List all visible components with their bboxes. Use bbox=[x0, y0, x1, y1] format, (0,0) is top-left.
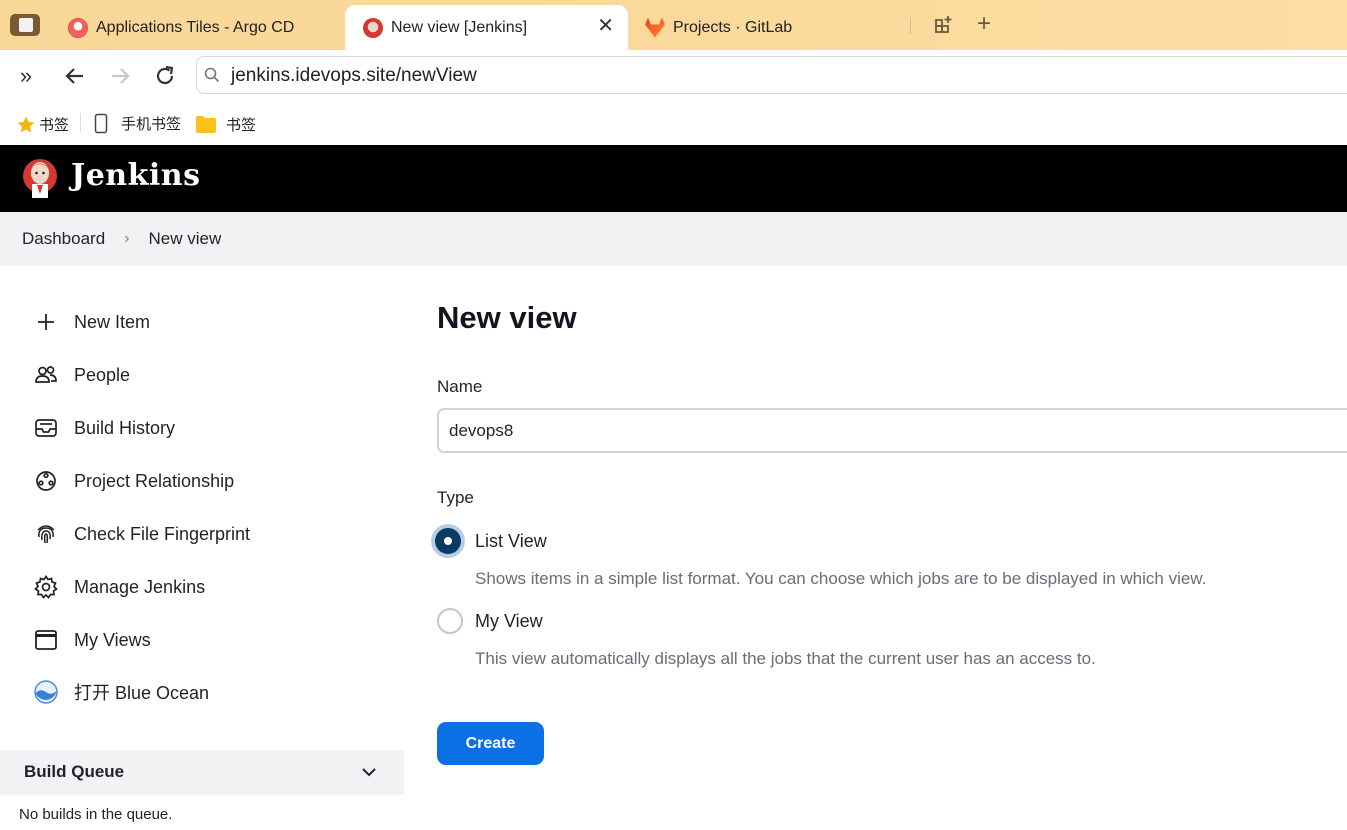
url-text: jenkins.idevops.site/newView bbox=[231, 65, 477, 86]
bookmark-label: 书签 bbox=[226, 117, 257, 134]
sidebar-item-manage-jenkins[interactable]: Manage Jenkins bbox=[32, 567, 205, 607]
sidebar-item-project-relationship[interactable]: Project Relationship bbox=[32, 461, 234, 501]
phone-icon bbox=[94, 113, 108, 134]
close-icon[interactable]: ✕ bbox=[597, 15, 614, 37]
sidebar-item-label: 打开 Blue Ocean bbox=[74, 683, 210, 703]
my-view-description: This view automatically displays all the… bbox=[475, 649, 1096, 668]
browser-menu-icon[interactable] bbox=[10, 14, 40, 36]
plus-icon bbox=[32, 308, 60, 336]
sidebar-item-label: Build History bbox=[74, 417, 176, 438]
sidebar-item-label: Manage Jenkins bbox=[74, 576, 206, 597]
blue-ocean-icon bbox=[32, 678, 60, 706]
reload-icon[interactable] bbox=[153, 64, 177, 88]
chevron-right-icon: › bbox=[124, 230, 130, 247]
gitlab-icon bbox=[645, 17, 665, 38]
tab-divider bbox=[910, 17, 911, 34]
name-label: Name bbox=[437, 377, 483, 396]
bookmark-item[interactable]: 手机书签 bbox=[94, 113, 181, 134]
bookmark-item[interactable]: 书签 bbox=[196, 114, 256, 135]
forward-icon[interactable] bbox=[108, 64, 132, 88]
bookmark-divider bbox=[80, 113, 81, 133]
create-button[interactable]: Create bbox=[437, 722, 544, 765]
my-view-label[interactable]: My View bbox=[475, 611, 543, 632]
tab-title: Applications Tiles - Argo CD bbox=[96, 18, 295, 36]
inbox-icon bbox=[32, 414, 60, 442]
sidebar-item-blue-ocean[interactable]: 打开 Blue Ocean bbox=[32, 672, 209, 712]
list-view-radio[interactable] bbox=[435, 528, 461, 554]
sidebar-item-label: Project Relationship bbox=[74, 470, 235, 491]
tab-title: New view [Jenkins] bbox=[391, 18, 528, 36]
address-bar[interactable]: jenkins.idevops.site/newView bbox=[196, 56, 1347, 94]
build-queue-header[interactable]: Build Queue bbox=[0, 750, 404, 795]
sidebar-item-people[interactable]: People bbox=[32, 355, 130, 395]
gear-icon bbox=[32, 573, 60, 601]
list-view-description: Shows items in a simple list format. You… bbox=[475, 569, 1207, 588]
people-icon bbox=[32, 361, 60, 389]
sidebar-item-label: My Views bbox=[74, 629, 151, 650]
tab-jenkins-new-view[interactable]: New view [Jenkins] ✕ bbox=[345, 5, 628, 50]
back-icon[interactable] bbox=[63, 64, 87, 88]
bookmark-label: 手机书签 bbox=[121, 116, 182, 133]
extensions-icon[interactable] bbox=[935, 15, 953, 33]
my-view-radio[interactable] bbox=[437, 608, 463, 634]
tab-argo-cd[interactable]: Applications Tiles - Argo CD bbox=[68, 5, 344, 50]
fingerprint-icon bbox=[32, 520, 60, 548]
sidebar-item-my-views[interactable]: My Views bbox=[32, 620, 151, 660]
bookmark-label: 书签 bbox=[39, 117, 70, 134]
chevron-down-icon[interactable] bbox=[360, 763, 378, 781]
folder-icon bbox=[196, 116, 216, 133]
list-view-label[interactable]: List View bbox=[475, 531, 547, 552]
build-queue-empty-text: No builds in the queue. bbox=[19, 806, 173, 823]
browser-tab-bar: Applications Tiles - Argo CD New view [J… bbox=[0, 0, 1347, 50]
sidebar-item-new-item[interactable]: New Item bbox=[32, 302, 150, 342]
sidebar-item-label: New Item bbox=[74, 311, 151, 332]
type-label: Type bbox=[437, 488, 474, 507]
page-title: New view bbox=[437, 300, 577, 335]
window-icon bbox=[32, 626, 60, 654]
build-queue-title: Build Queue bbox=[24, 762, 125, 781]
jenkins-title[interactable]: Jenkins bbox=[71, 158, 200, 193]
sidebar-item-check-file-fingerprint[interactable]: Check File Fingerprint bbox=[32, 514, 250, 554]
breadcrumb-item-dashboard[interactable]: Dashboard bbox=[22, 229, 105, 249]
search-icon bbox=[204, 67, 220, 83]
argo-icon bbox=[68, 17, 88, 38]
bookmark-item[interactable]: 书签 bbox=[16, 114, 69, 135]
sidebar-toggle-icon[interactable]: » bbox=[14, 64, 38, 88]
new-tab-button[interactable]: + bbox=[977, 10, 991, 38]
sidebar-item-label: People bbox=[74, 364, 131, 385]
sidebar-item-label: Check File Fingerprint bbox=[74, 523, 251, 544]
tab-gitlab-projects[interactable]: Projects · GitLab bbox=[645, 5, 905, 50]
breadcrumb: Dashboard › New view bbox=[0, 212, 1347, 266]
jenkins-logo-icon[interactable] bbox=[22, 154, 58, 202]
sidebar-item-build-history[interactable]: Build History bbox=[32, 408, 175, 448]
breadcrumb-item-current: New view bbox=[148, 229, 222, 248]
view-name-input[interactable] bbox=[437, 408, 1347, 453]
jenkins-icon bbox=[363, 17, 383, 38]
relationship-icon bbox=[32, 467, 60, 495]
jenkins-header: Jenkins bbox=[0, 145, 1347, 212]
star-icon bbox=[17, 116, 35, 132]
tab-title: Projects · GitLab bbox=[673, 18, 793, 36]
